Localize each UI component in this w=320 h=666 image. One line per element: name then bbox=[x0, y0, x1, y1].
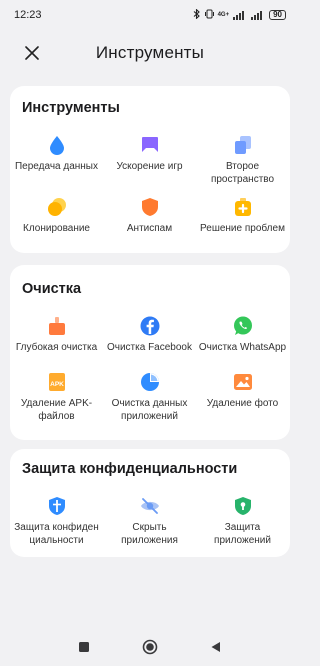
first-aid-icon bbox=[234, 198, 251, 216]
status-icons: 4G+ 90 bbox=[193, 8, 286, 21]
section-title-privacy: Защита конфиденциальности bbox=[22, 461, 238, 477]
tile-facebook-clean[interactable]: Очистка Facebook bbox=[103, 315, 196, 355]
tile-label: Антиспам bbox=[126, 223, 173, 234]
network-type: 4G+ bbox=[217, 12, 230, 18]
tile-privacy-protection[interactable]: Защита конфиден циальности bbox=[10, 495, 103, 547]
close-icon bbox=[25, 46, 39, 60]
close-button[interactable] bbox=[20, 41, 44, 65]
tile-label: Второе пространство bbox=[210, 161, 275, 185]
tile-label: Решение проблем bbox=[200, 223, 285, 234]
battery-icon: 90 bbox=[269, 10, 286, 20]
signal-icon-2 bbox=[251, 10, 265, 20]
recents-button[interactable] bbox=[78, 640, 90, 658]
bluetooth-icon bbox=[193, 8, 201, 21]
status-bar: 12:23 4G+ 90 bbox=[0, 0, 300, 30]
broom-icon bbox=[48, 317, 65, 335]
whatsapp-icon bbox=[233, 316, 252, 335]
tile-troubleshoot[interactable]: Решение проблем bbox=[196, 196, 289, 236]
clone-icon bbox=[47, 198, 66, 216]
gamepad-icon bbox=[141, 137, 158, 152]
tile-photo-remove[interactable]: Удаление фото bbox=[196, 371, 289, 411]
back-button[interactable] bbox=[210, 640, 222, 658]
tile-label: Удаление фото bbox=[206, 398, 279, 409]
pie-chart-icon bbox=[140, 373, 159, 391]
water-drop-icon bbox=[49, 136, 64, 155]
tile-label: Глубокая очистка bbox=[15, 342, 98, 353]
tile-label: Защита конфиден циальности bbox=[14, 522, 99, 546]
cleaning-card: Очистка Глубокая очистка Очистка Faceboo… bbox=[10, 265, 290, 440]
tile-second-space[interactable]: Второе пространство bbox=[196, 134, 289, 186]
section-title-tools: Инструменты bbox=[22, 100, 120, 116]
privacy-shield-icon bbox=[48, 497, 65, 515]
tile-label: Очистка WhatsApp bbox=[198, 342, 287, 353]
navigation-bar bbox=[0, 632, 300, 666]
tile-label: Скрыть приложения bbox=[121, 522, 178, 546]
tile-clone[interactable]: Клонирование bbox=[10, 196, 103, 236]
signal-icon bbox=[233, 10, 247, 20]
tile-label: Очистка Facebook bbox=[106, 342, 192, 353]
apk-icon: APK bbox=[48, 373, 65, 391]
tile-game-turbo[interactable]: Ускорение игр bbox=[103, 134, 196, 174]
square-icon bbox=[79, 642, 89, 652]
tile-deep-clean[interactable]: Глубокая очистка bbox=[10, 315, 103, 355]
tile-label: Защита приложений bbox=[214, 522, 271, 546]
tools-card: Инструменты Передача данных Ускорение иг… bbox=[10, 86, 290, 253]
tile-hide-apps[interactable]: Скрыть приложения bbox=[103, 495, 196, 547]
tile-label: Передача данных bbox=[14, 161, 98, 172]
tile-app-lock[interactable]: Защита приложений bbox=[196, 495, 289, 547]
home-button[interactable] bbox=[142, 639, 158, 660]
tile-data-transfer[interactable]: Передача данных bbox=[10, 134, 103, 174]
section-title-cleaning: Очистка bbox=[22, 281, 82, 297]
tile-label: Ускорение игр bbox=[116, 161, 183, 172]
header: Инструменты bbox=[0, 34, 300, 72]
page-title: Инструменты bbox=[95, 43, 205, 62]
privacy-card: Защита конфиденциальности Защита конфиде… bbox=[10, 449, 290, 557]
tile-whatsapp-clean[interactable]: Очистка WhatsApp bbox=[196, 315, 289, 355]
tile-apk-remove[interactable]: APK Удаление APK-файлов bbox=[10, 371, 103, 423]
tile-antispam[interactable]: Антиспам bbox=[103, 196, 196, 236]
apk-badge-text: APK bbox=[50, 381, 64, 388]
tile-label: Удаление APK-файлов bbox=[20, 398, 93, 422]
shield-icon bbox=[141, 198, 158, 216]
hidden-eye-icon bbox=[140, 498, 159, 514]
back-triangle-icon bbox=[211, 642, 220, 652]
dual-space-icon bbox=[234, 136, 251, 154]
facebook-icon bbox=[140, 316, 159, 336]
app-lock-shield-icon bbox=[234, 497, 251, 515]
tile-label: Очистка данных приложений bbox=[111, 398, 188, 422]
photo-icon bbox=[233, 374, 252, 390]
status-time: 12:23 bbox=[14, 9, 42, 21]
tile-app-data-clean[interactable]: Очистка данных приложений bbox=[103, 371, 196, 423]
vibrate-icon bbox=[204, 9, 214, 21]
circle-icon bbox=[142, 639, 158, 654]
tile-label: Клонирование bbox=[23, 223, 90, 234]
